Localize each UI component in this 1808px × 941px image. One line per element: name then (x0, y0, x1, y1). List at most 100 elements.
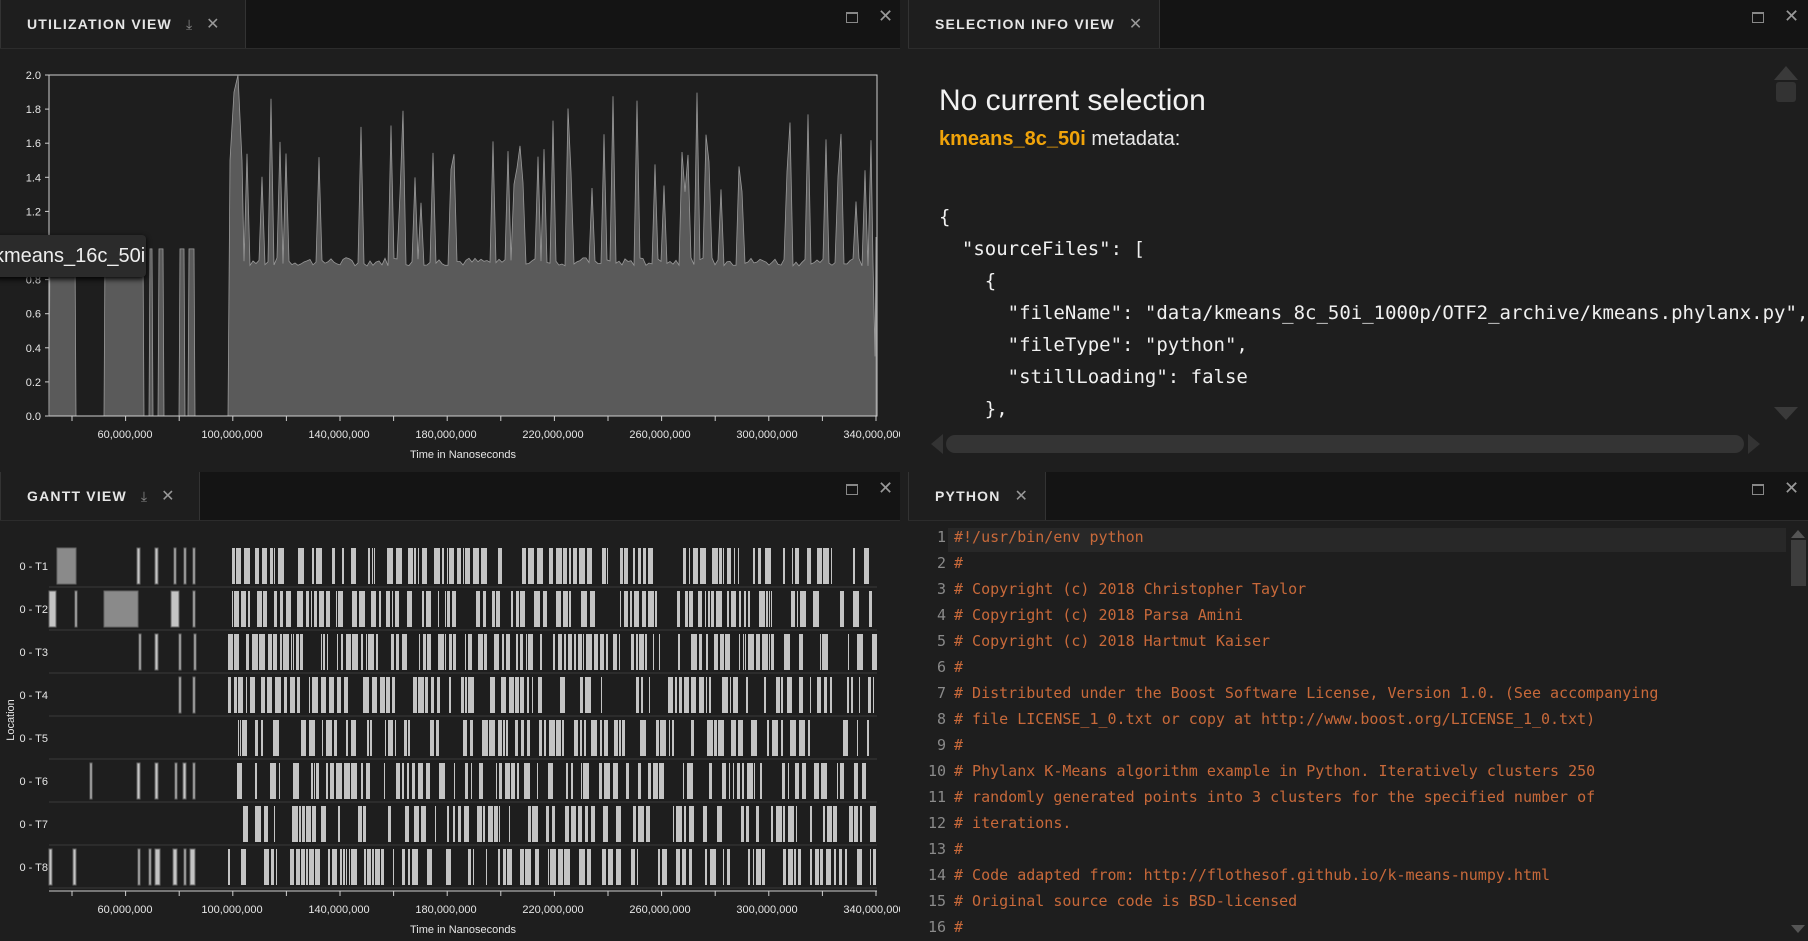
gantt-bar[interactable] (296, 849, 300, 885)
gantt-bar[interactable] (489, 720, 495, 756)
gantt-bar[interactable] (482, 720, 488, 756)
gantt-bar[interactable] (602, 548, 606, 584)
gantt-bar[interactable] (434, 548, 440, 584)
gantt-bar[interactable] (413, 677, 417, 713)
gantt-bar[interactable] (826, 849, 831, 885)
gantt-bar[interactable] (517, 763, 519, 799)
gantt-bar[interactable] (418, 677, 424, 713)
gantt-bar[interactable] (316, 763, 319, 799)
gantt-bar[interactable] (293, 763, 299, 799)
gantt-bar[interactable] (823, 548, 829, 584)
gantt-bar[interactable] (228, 677, 231, 713)
gantt-bar[interactable] (578, 806, 582, 842)
gantt-bar[interactable] (438, 634, 444, 670)
gantt-bar[interactable] (751, 720, 757, 756)
gantt-bar[interactable] (546, 806, 549, 842)
gantt-bar[interactable] (515, 720, 518, 756)
gantt-bar[interactable] (364, 849, 366, 885)
gantt-bar[interactable] (549, 720, 555, 756)
gantt-bar[interactable] (507, 849, 512, 885)
gantt-bar[interactable] (72, 848, 77, 886)
gantt-bar[interactable] (306, 806, 311, 842)
gantt-bar[interactable] (677, 591, 680, 627)
gantt-bar[interactable] (74, 590, 78, 628)
gantt-bar[interactable] (783, 849, 786, 885)
gantt-row[interactable] (238, 720, 869, 756)
gantt-bar[interactable] (183, 848, 187, 886)
gantt-bar[interactable] (306, 591, 309, 627)
gantt-bar[interactable] (337, 677, 341, 713)
gantt-bar[interactable] (684, 806, 686, 842)
gantt-bar[interactable] (338, 591, 343, 627)
gantt-bar[interactable] (745, 634, 746, 670)
gantt-bar[interactable] (851, 677, 853, 713)
gantt-bar[interactable] (574, 634, 576, 670)
gantt-bar[interactable] (262, 548, 267, 584)
gantt-bar[interactable] (246, 677, 247, 713)
gantt-bar[interactable] (601, 677, 602, 713)
gantt-bar[interactable] (532, 806, 538, 842)
gantt-bar[interactable] (193, 633, 197, 671)
gantt-bar[interactable] (565, 806, 569, 842)
gantt-bar[interactable] (620, 548, 623, 584)
gantt-bar[interactable] (427, 849, 432, 885)
download-icon[interactable]: ⤓ (186, 16, 192, 33)
gantt-bar[interactable] (727, 591, 729, 627)
gantt-bar[interactable] (103, 590, 139, 628)
gantt-bar[interactable] (797, 591, 798, 627)
tab-selection-info-view[interactable]: SELECTION INFO VIEW ✕ (908, 0, 1160, 48)
gantt-bar[interactable] (708, 591, 710, 627)
gantt-bar[interactable] (292, 806, 298, 842)
gantt-bar[interactable] (834, 849, 836, 885)
gantt-bar[interactable] (366, 634, 367, 670)
gantt-bar[interactable] (748, 634, 754, 670)
gantt-bar[interactable] (290, 677, 295, 713)
gantt-bar[interactable] (315, 849, 320, 885)
gantt-bar[interactable] (375, 849, 380, 885)
gantt-bar[interactable] (445, 634, 446, 670)
gantt-bar[interactable] (528, 548, 534, 584)
gantt-bar[interactable] (548, 849, 549, 885)
gantt-chart[interactable]: 0 - T1 0 - T2 0 - T3 0 - T4 0 - T5 0 - T6 0 - … (0, 520, 900, 941)
close-icon[interactable]: ✕ (1784, 6, 1799, 27)
gantt-bar[interactable] (481, 548, 487, 584)
gantt-bar[interactable] (723, 849, 724, 885)
gantt-bar[interactable] (614, 720, 618, 756)
gantt-bar[interactable] (718, 720, 724, 756)
gantt-bar[interactable] (154, 633, 159, 671)
gantt-bar[interactable] (687, 763, 693, 799)
gantt-bar[interactable] (425, 677, 428, 713)
close-icon[interactable]: ✕ (161, 486, 174, 506)
gantt-bar[interactable] (549, 548, 553, 584)
gantt-bar[interactable] (646, 806, 650, 842)
gantt-bar[interactable] (790, 720, 796, 756)
gantt-bar[interactable] (791, 591, 795, 627)
gantt-bar[interactable] (815, 849, 819, 885)
gantt-bar[interactable] (273, 634, 277, 670)
gantt-bar[interactable] (173, 547, 177, 585)
gantt-bar[interactable] (550, 849, 556, 885)
gantt-bar[interactable] (767, 720, 769, 756)
gantt-bar[interactable] (626, 763, 629, 799)
gantt-bar[interactable] (603, 806, 608, 842)
gantt-bar[interactable] (178, 676, 182, 714)
gantt-bar[interactable] (764, 677, 766, 713)
gantt-bar[interactable] (553, 634, 555, 670)
gantt-bar[interactable] (738, 548, 739, 584)
vertical-scrollbar-thumb[interactable] (1791, 540, 1806, 586)
gantt-bar[interactable] (314, 591, 317, 627)
gantt-bar[interactable] (739, 591, 741, 627)
gantt-bar[interactable] (788, 849, 793, 885)
gantt-bar[interactable] (756, 806, 759, 842)
gantt-bar[interactable] (316, 548, 322, 584)
gantt-bar[interactable] (784, 634, 790, 670)
gantt-bar[interactable] (820, 634, 821, 670)
gantt-bar[interactable] (178, 633, 182, 671)
gantt-bar[interactable] (823, 806, 825, 842)
code-line[interactable]: 9 # (908, 736, 963, 762)
gantt-bar[interactable] (502, 634, 504, 670)
gantt-bar[interactable] (312, 806, 316, 842)
gantt-bar[interactable] (372, 677, 377, 713)
gantt-bar[interactable] (679, 677, 682, 713)
gantt-bar[interactable] (352, 591, 357, 627)
